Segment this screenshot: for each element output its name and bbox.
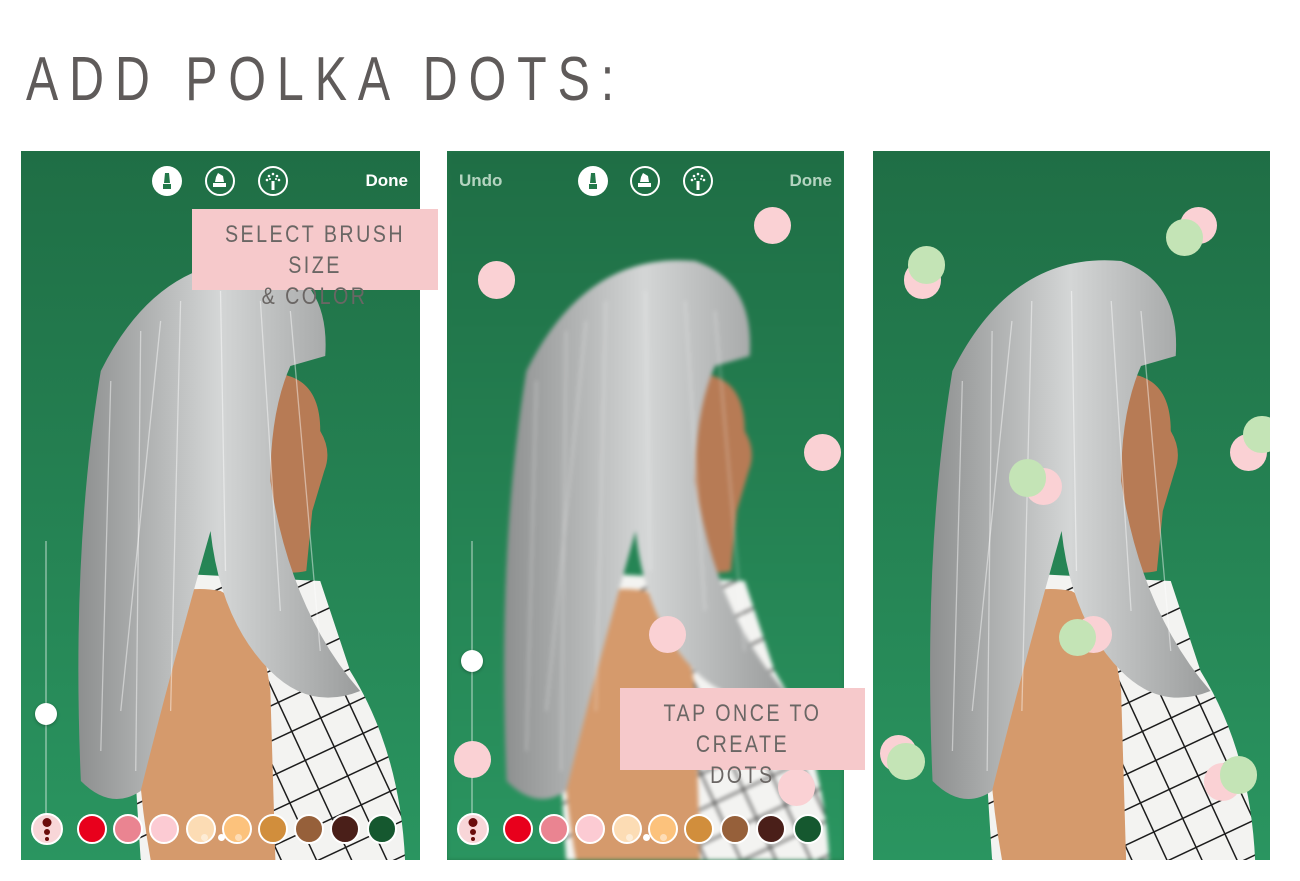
polka-dot <box>777 769 815 807</box>
marker-icon <box>163 173 171 189</box>
color-swatch-ochre[interactable] <box>684 814 714 844</box>
color-swatch-light-pink[interactable] <box>575 814 606 844</box>
color-swatch-rose[interactable] <box>539 814 570 844</box>
highlighter-icon <box>638 173 651 187</box>
color-swatch-red[interactable] <box>503 814 533 844</box>
callout-line: & COLOR <box>262 283 368 310</box>
neon-brush-tool[interactable] <box>258 166 288 196</box>
color-swatch-brown[interactable] <box>294 814 325 844</box>
page-dot <box>217 834 225 841</box>
neon-brush-icon <box>690 172 706 190</box>
brush-size-indicator[interactable] <box>457 813 489 845</box>
marker-tool[interactable] <box>152 166 182 196</box>
highlighter-tool[interactable] <box>205 166 235 196</box>
callout-select-brush: SELECT BRUSH SIZE & COLOR <box>192 209 438 310</box>
polka-dot <box>887 742 925 781</box>
color-swatch-light-pink[interactable] <box>149 814 180 844</box>
color-swatch-dark-brown[interactable] <box>330 814 361 844</box>
palette-page-indicator <box>200 834 245 842</box>
editor-toolbar: Undo Done <box>447 165 844 197</box>
color-swatch-red[interactable] <box>77 814 107 844</box>
screenshot-panel-result <box>873 151 1270 860</box>
highlighter-icon <box>213 173 226 187</box>
brush-size-slider-knob[interactable] <box>461 650 483 672</box>
color-swatch-dark-green[interactable] <box>366 814 397 844</box>
neon-brush-icon <box>265 172 281 190</box>
page-dot <box>625 834 633 841</box>
polka-dot <box>907 246 946 284</box>
palette-page-indicator <box>625 834 670 842</box>
page-dot <box>642 834 650 841</box>
done-button[interactable]: Done <box>366 171 409 191</box>
page-dot <box>200 834 208 841</box>
brush-size-slider-knob[interactable] <box>35 703 57 725</box>
page-dot <box>234 834 242 841</box>
done-button[interactable]: Done <box>790 171 833 191</box>
polka-dot <box>753 206 792 245</box>
brush-size-slider-track[interactable] <box>45 541 47 841</box>
page-dot <box>659 834 667 841</box>
polka-dot <box>477 261 516 299</box>
polka-dot <box>803 433 841 471</box>
polka-dot <box>1219 756 1257 794</box>
callout-tap-once: TAP ONCE TO CREATE DOTS <box>620 688 865 789</box>
brush-size-slider-track[interactable] <box>471 541 473 841</box>
color-palette <box>457 813 838 846</box>
color-swatch-dark-brown[interactable] <box>756 814 787 844</box>
editor-toolbar: Done <box>21 165 420 197</box>
marker-tool[interactable] <box>578 166 608 196</box>
neon-brush-tool[interactable] <box>683 166 713 196</box>
color-swatch-dark-green[interactable] <box>792 814 823 844</box>
polka-dot <box>1009 459 1047 497</box>
callout-line: DOTS <box>710 762 775 789</box>
polka-dot <box>648 615 686 654</box>
undo-button[interactable]: Undo <box>459 171 502 191</box>
color-swatch-rose[interactable] <box>113 814 144 844</box>
callout-line: SELECT BRUSH SIZE <box>224 221 406 279</box>
highlighter-tool[interactable] <box>630 166 660 196</box>
polka-dot <box>1058 618 1097 657</box>
brush-size-indicator[interactable] <box>31 813 63 845</box>
color-palette <box>31 813 414 846</box>
callout-line: TAP ONCE TO CREATE <box>663 700 822 758</box>
color-swatch-brown[interactable] <box>720 814 751 844</box>
marker-icon <box>589 173 597 189</box>
color-swatch-ochre[interactable] <box>258 814 288 844</box>
page-title: ADD POLKA DOTS: <box>26 45 626 114</box>
